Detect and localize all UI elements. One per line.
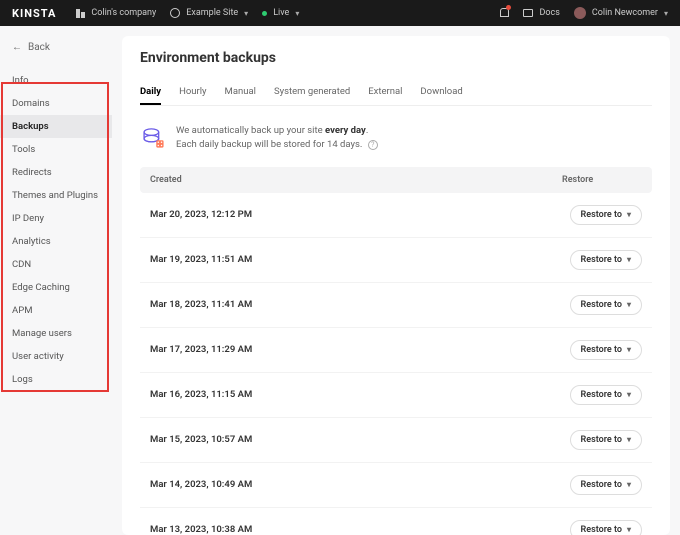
backup-date: Mar 20, 2023, 12:12 PM [150,209,570,220]
sidebar-item-info[interactable]: Info [0,69,112,92]
chevron-down-icon: ▾ [627,300,631,309]
tab-hourly[interactable]: Hourly [179,80,206,105]
user-name: Colin Newcomer [592,8,658,18]
backup-date: Mar 16, 2023, 11:15 AM [150,389,570,400]
info-line-2: Each daily backup will be stored for 14 … [176,138,378,152]
sidebar: ← Back InfoDomainsBackupsToolsRedirectsT… [0,26,112,535]
restore-label: Restore to [581,525,622,535]
site-selector[interactable]: Example Site ▾ [170,8,248,18]
notification-dot-icon [506,5,511,10]
sidebar-item-redirects[interactable]: Redirects [0,161,112,184]
chevron-down-icon: ▾ [664,9,668,18]
header-restore: Restore [562,175,642,185]
backup-date: Mar 19, 2023, 11:51 AM [150,254,570,265]
info-line-1: We automatically back up your site every… [176,124,378,138]
sidebar-item-edge-caching[interactable]: Edge Caching [0,276,112,299]
sidebar-item-manage-users[interactable]: Manage users [0,322,112,345]
restore-button[interactable]: Restore to ▾ [570,205,642,225]
docs-link[interactable]: Docs [523,8,559,18]
docs-label: Docs [539,8,559,18]
sidebar-item-themes-and-plugins[interactable]: Themes and Plugins [0,184,112,207]
avatar [574,7,586,19]
restore-label: Restore to [581,390,622,400]
tab-manual[interactable]: Manual [225,80,256,105]
building-icon [76,9,85,18]
env-selector[interactable]: Live ▾ [262,8,299,18]
restore-label: Restore to [581,210,622,220]
restore-button[interactable]: Restore to ▾ [570,430,642,450]
table-row: Mar 15, 2023, 10:57 AM Restore to ▾ [140,418,652,463]
folder-icon [523,9,533,17]
tab-daily[interactable]: Daily [140,80,161,105]
tab-external[interactable]: External [368,80,402,105]
table-row: Mar 17, 2023, 11:29 AM Restore to ▾ [140,328,652,373]
restore-button[interactable]: Restore to ▾ [570,475,642,495]
table-row: Mar 14, 2023, 10:49 AM Restore to ▾ [140,463,652,508]
sidebar-item-user-activity[interactable]: User activity [0,345,112,368]
restore-button[interactable]: Restore to ▾ [570,520,642,535]
restore-label: Restore to [581,480,622,490]
chevron-down-icon: ▾ [627,435,631,444]
backup-date: Mar 18, 2023, 11:41 AM [150,299,570,310]
chevron-down-icon: ▾ [627,345,631,354]
chevron-down-icon: ▾ [627,210,631,219]
restore-label: Restore to [581,300,622,310]
page-title: Environment backups [140,50,652,66]
restore-button[interactable]: Restore to ▾ [570,295,642,315]
table-row: Mar 13, 2023, 10:38 AM Restore to ▾ [140,508,652,535]
table-header: Created Restore [140,167,652,193]
sidebar-item-ip-deny[interactable]: IP Deny [0,207,112,230]
sidebar-item-apm[interactable]: APM [0,299,112,322]
restore-label: Restore to [581,255,622,265]
info-banner: We automatically back up your site every… [140,116,652,167]
table-row: Mar 20, 2023, 12:12 PM Restore to ▾ [140,193,652,238]
chevron-down-icon: ▾ [627,390,631,399]
live-status-icon [262,11,267,16]
user-menu[interactable]: Colin Newcomer ▾ [574,7,668,19]
back-button[interactable]: ← Back [0,36,112,59]
backup-date: Mar 17, 2023, 11:29 AM [150,344,570,355]
table-row: Mar 16, 2023, 11:15 AM Restore to ▾ [140,373,652,418]
wordpress-icon [170,8,180,18]
chevron-down-icon: ▾ [295,9,299,18]
restore-button[interactable]: Restore to ▾ [570,385,642,405]
sidebar-item-backups[interactable]: Backups [0,115,112,138]
arrow-left-icon: ← [12,42,22,53]
restore-button[interactable]: Restore to ▾ [570,340,642,360]
sidebar-item-tools[interactable]: Tools [0,138,112,161]
restore-button[interactable]: Restore to ▾ [570,250,642,270]
backup-date: Mar 14, 2023, 10:49 AM [150,479,570,490]
table-row: Mar 19, 2023, 11:51 AM Restore to ▾ [140,238,652,283]
site-name: Example Site [186,8,238,18]
logo[interactable]: KINSTA [12,7,56,20]
sidebar-item-domains[interactable]: Domains [0,92,112,115]
env-label: Live [273,8,289,18]
chevron-down-icon: ▾ [244,9,248,18]
help-icon[interactable]: ? [368,140,378,150]
back-label: Back [28,42,50,53]
restore-label: Restore to [581,345,622,355]
notifications-button[interactable] [499,7,509,20]
table-row: Mar 18, 2023, 11:41 AM Restore to ▾ [140,283,652,328]
company-selector[interactable]: Colin's company [76,8,156,18]
sidebar-item-cdn[interactable]: CDN [0,253,112,276]
backup-illustration-icon [140,124,166,150]
topbar: KINSTA Colin's company Example Site ▾ Li… [0,0,680,26]
restore-label: Restore to [581,435,622,445]
chevron-down-icon: ▾ [627,255,631,264]
sidebar-item-logs[interactable]: Logs [0,368,112,391]
chevron-down-icon: ▾ [627,480,631,489]
backup-date: Mar 13, 2023, 10:38 AM [150,524,570,535]
sidebar-item-analytics[interactable]: Analytics [0,230,112,253]
chevron-down-icon: ▾ [627,525,631,534]
backup-date: Mar 15, 2023, 10:57 AM [150,434,570,445]
header-created: Created [150,175,562,185]
tab-download[interactable]: Download [420,80,462,105]
tabs: Daily Hourly Manual System generated Externa… [140,80,652,106]
main-content: Environment backups Daily Hourly Manual Sys… [122,36,670,535]
tab-system-generated[interactable]: System generated [274,80,350,105]
company-name: Colin's company [91,8,156,18]
